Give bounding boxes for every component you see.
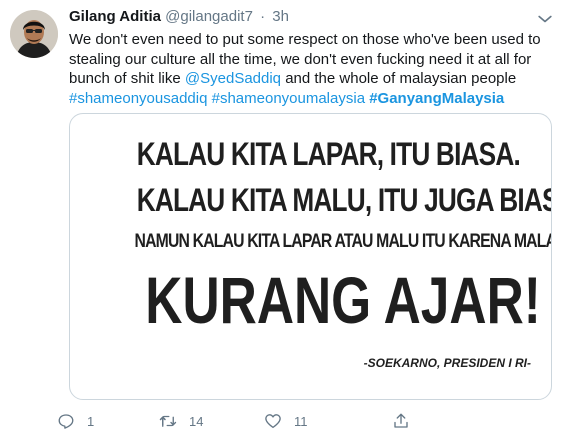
chevron-down-icon[interactable] — [535, 9, 555, 29]
like-button[interactable]: 11 — [264, 410, 308, 432]
timestamp[interactable]: 3h — [272, 8, 289, 25]
mention-link[interactable]: @SyedSaddiq — [185, 70, 281, 87]
reply-button[interactable]: 1 — [57, 410, 94, 432]
tweet-image[interactable]: Kalau kita lapar, itu biasa. Kalau kita … — [69, 113, 552, 400]
retweet-icon — [159, 415, 177, 427]
tweet[interactable]: Gilang Aditia @gilangadit7 · 3h We don't… — [0, 0, 567, 438]
hashtag-link[interactable]: #shameonyoumalaysia — [212, 90, 365, 107]
quote-attribution: -SOEKARNO, PRESIDEN I RI- — [363, 356, 531, 370]
tweet-text: We don't even need to put some respect o… — [69, 30, 549, 108]
tweet-header: Gilang Aditia @gilangadit7 · 3h — [69, 8, 289, 28]
avatar[interactable] — [10, 10, 58, 58]
action-bar: 1 14 11 — [58, 410, 509, 432]
hashtag-link[interactable]: #shameonyousaddiq — [69, 90, 207, 107]
separator-dot: · — [260, 8, 266, 25]
heart-icon — [265, 414, 281, 429]
user-handle[interactable]: @gilangadit7 — [165, 8, 253, 25]
quote-line-1: Kalau kita lapar, itu biasa. — [136, 136, 521, 172]
reply-count: 1 — [87, 413, 95, 429]
share-button[interactable] — [392, 410, 422, 432]
like-count: 11 — [294, 413, 308, 429]
avatar-image — [10, 10, 58, 58]
retweet-button[interactable]: 14 — [159, 410, 203, 432]
quote-image: Kalau kita lapar, itu biasa. Kalau kita … — [70, 114, 551, 399]
quote-line-4: Kurang ajar! — [145, 263, 541, 337]
display-name[interactable]: Gilang Aditia — [69, 8, 161, 25]
quote-line-2: Kalau kita malu, itu juga biasa. — [136, 182, 552, 218]
tweet-text-part2: and the whole of malaysian people — [281, 70, 521, 87]
share-icon — [394, 413, 408, 428]
retweet-count: 14 — [189, 413, 204, 429]
hashtag-link[interactable]: #GanyangMalaysia — [369, 90, 504, 107]
quote-line-3: Namun kalau kita lapar atau malu itu kar… — [134, 231, 552, 252]
reply-icon — [58, 414, 74, 429]
